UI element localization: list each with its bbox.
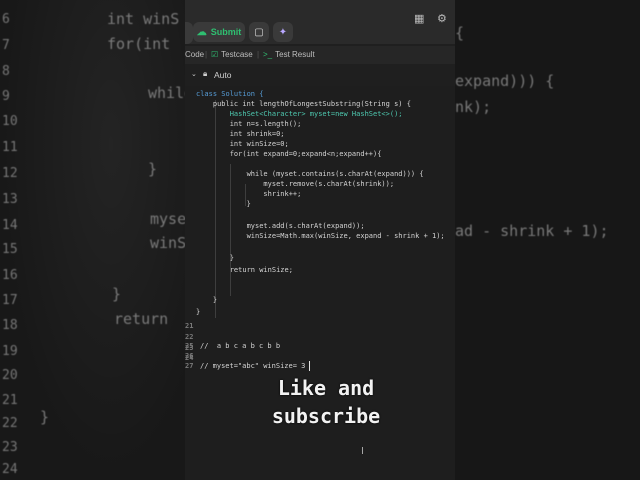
bg-code-line: ad - shrink + 1);	[455, 222, 609, 240]
code-line: myset.remove(s.charAt(shrink));	[196, 180, 395, 188]
code-line: while (myset.contains(s.charAt(expand)))…	[196, 170, 424, 178]
caption-line-2: subscribe	[271, 404, 381, 428]
checkbox-icon: ☑	[211, 50, 219, 59]
bg-line-number: 11	[2, 140, 18, 155]
blurred-background-left: 6 7 8 9 10 11 12 13 14 15 16 17 18 19 20…	[0, 0, 185, 480]
code-line: class Solution {	[196, 90, 264, 98]
language-mode[interactable]: Auto	[214, 70, 232, 80]
code-line: myset.add(s.charAt(expand));	[196, 222, 365, 230]
gear-icon[interactable]: ⚙	[437, 12, 447, 25]
panel-tabs: Code | ☑ Testcase | >_ Test Result	[185, 46, 455, 64]
layout-icon[interactable]: ▦	[414, 12, 424, 25]
caption-line-1: Like and	[277, 376, 375, 400]
terminal-icon: >_	[263, 50, 273, 59]
bg-line-number: 8	[2, 64, 10, 79]
text-cursor	[309, 361, 310, 371]
line-number: 22	[185, 333, 194, 341]
bg-line-number: 23	[2, 440, 18, 455]
cloud-upload-icon: ☁	[196, 26, 207, 38]
line-number: 25	[185, 342, 194, 350]
bg-line-number: 17	[2, 293, 18, 308]
bg-line-number: 20	[2, 368, 18, 383]
note-icon: ▢	[254, 26, 264, 38]
blurred-background-right: { expand))) { nk); ad - shrink + 1);	[455, 0, 640, 480]
code-line: }	[196, 296, 218, 304]
bg-line-number: 19	[2, 344, 18, 359]
bg-code-line: expand))) {	[455, 72, 555, 90]
code-line: winSize=Math.max(winSize, expand - shrin…	[196, 232, 445, 240]
line-number: 21	[185, 322, 194, 330]
bg-code-line: winSi	[150, 234, 185, 252]
submit-label: Submit	[210, 27, 242, 37]
tab-test-result[interactable]: >_ Test Result	[263, 50, 315, 59]
lock-icon: 🔒︎	[203, 69, 208, 78]
bg-line-number: 10	[2, 114, 18, 129]
bg-line-number: 12	[2, 166, 18, 181]
bg-line-number: 6	[2, 12, 10, 27]
tab-test-result-label: Test Result	[275, 50, 315, 59]
code-line: HashSet<Character> myset=new HashSet<>()…	[196, 110, 403, 118]
code-line: int n=s.length();	[196, 120, 302, 128]
bg-code-line: {	[455, 24, 465, 42]
line-number: 27	[185, 362, 194, 370]
text-cursor-icon: I	[361, 446, 364, 457]
code-line: int winSize=0;	[196, 140, 289, 148]
code-line: int shrink=0;	[196, 130, 285, 138]
bg-line-number: 14	[2, 218, 18, 233]
bg-line-number: 21	[2, 393, 18, 408]
bg-code-line: nk);	[455, 98, 492, 116]
code-line: }	[196, 200, 251, 208]
bg-line-number: 16	[2, 268, 18, 283]
code-line: public int lengthOfLongestSubstring(Stri…	[196, 100, 411, 108]
bg-line-number: 22	[2, 416, 18, 431]
bg-line-number: 13	[2, 192, 18, 207]
chevron-down-icon: ⌄	[191, 71, 197, 78]
tab-divider: |	[205, 50, 208, 59]
bg-code-line: int winS	[107, 10, 180, 28]
line-number: 26	[185, 352, 194, 360]
bg-line-number: 9	[2, 89, 10, 104]
bg-code-line: }	[148, 160, 158, 178]
sparkle-icon: ✦	[278, 26, 288, 38]
tab-divider: |	[257, 50, 260, 59]
submit-button[interactable]: ☁ Submit	[193, 22, 245, 42]
language-selector-bar: ⌄ 🔒︎ Auto	[185, 66, 455, 84]
bg-line-number: 15	[2, 242, 18, 257]
top-toolbar: ☁ Submit ▢ ✦ ▦ ⚙	[185, 0, 455, 44]
code-line: }	[196, 254, 234, 262]
bg-line-number: 24	[2, 462, 18, 477]
tab-testcase[interactable]: ☑ Testcase	[211, 50, 253, 59]
code-line: }	[196, 308, 201, 316]
bg-line-number: 7	[2, 38, 10, 53]
code-line: return winSize;	[196, 266, 293, 274]
tab-code-label: Code	[185, 50, 205, 59]
tab-code[interactable]: Code	[185, 50, 204, 59]
ai-assist-button[interactable]: ✦	[273, 22, 293, 42]
code-comment: // a b c a b c b b	[200, 342, 281, 350]
bg-code-line: }	[112, 285, 122, 303]
bg-line-number: 18	[2, 318, 18, 333]
bg-code-line: return	[114, 310, 169, 328]
code-line: for(int expand=0;expand<n;expand++){	[196, 150, 382, 158]
bg-code-line: }	[40, 408, 50, 426]
bg-code-line: while	[148, 84, 185, 102]
code-line: shrink++;	[196, 190, 302, 198]
note-button[interactable]: ▢	[249, 22, 269, 42]
code-comment: // myset="abc" winSize= 3	[200, 362, 306, 370]
bg-code-line: for(int	[107, 35, 171, 53]
bg-code-line: myset	[150, 210, 185, 228]
run-button[interactable]	[185, 22, 193, 44]
tab-testcase-label: Testcase	[221, 50, 253, 59]
